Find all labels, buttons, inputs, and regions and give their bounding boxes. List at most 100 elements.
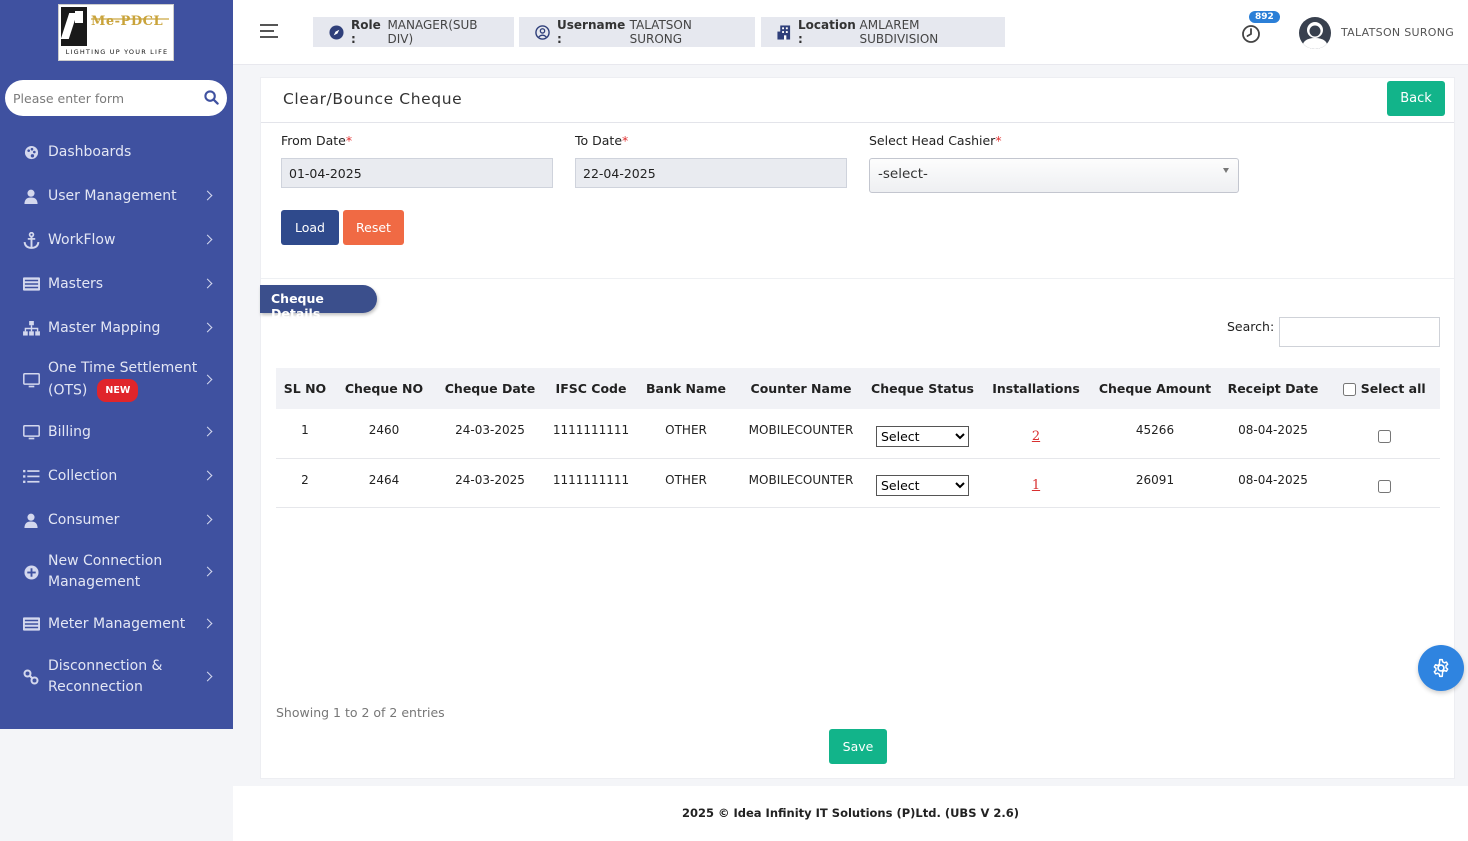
- caret-down-icon: [1223, 168, 1229, 173]
- table-row: 1 2460 24-03-2025 1111111111 OTHER MOBIL…: [276, 409, 1440, 459]
- column-header[interactable]: Counter Name: [736, 368, 866, 409]
- chevron-right-icon: [202, 322, 213, 333]
- head-cashier-label: Select Head Cashier*: [869, 133, 1002, 148]
- column-header[interactable]: IFSC Code: [546, 368, 636, 409]
- to-date-label: To Date*: [575, 133, 628, 148]
- location-chip: Location : AMLAREM SUBDIVISION: [761, 17, 1005, 47]
- footer-copyright: 2025 © Idea Infinity IT Solutions (P)Ltd…: [681, 806, 1020, 820]
- installations-link[interactable]: 1: [1032, 478, 1040, 493]
- to-date-input[interactable]: [575, 158, 847, 188]
- save-button[interactable]: Save: [829, 729, 887, 764]
- user-avatar-icon: [1302, 22, 1328, 49]
- sidebar-item-billing[interactable]: Billing: [0, 410, 233, 454]
- reset-button[interactable]: Reset: [343, 210, 404, 245]
- cell-ifsc: 1111111111: [546, 458, 636, 508]
- cell-amount: 26091: [1093, 458, 1217, 508]
- cheque-status-select[interactable]: Select: [876, 425, 969, 447]
- user-circle-icon: [535, 24, 550, 40]
- role-label: Role :: [351, 18, 381, 46]
- palette-icon: [22, 143, 40, 161]
- sidebar-item-label: One Time Settlement (OTS) NEW: [48, 358, 198, 402]
- sidebar-item-collection[interactable]: Collection: [0, 454, 233, 498]
- column-header[interactable]: Receipt Date: [1217, 368, 1329, 409]
- sidebar-item-user-management[interactable]: User Management: [0, 174, 233, 218]
- column-header[interactable]: Bank Name: [636, 368, 736, 409]
- column-header[interactable]: Installations: [979, 368, 1093, 409]
- from-date-label: From Date*: [281, 133, 352, 148]
- cell-counter: MOBILECOUNTER: [736, 409, 866, 459]
- select-all-header: Select all: [1329, 368, 1440, 409]
- list-box-icon: [22, 615, 40, 633]
- sidebar-item-workflow[interactable]: WorkFlow: [0, 218, 233, 262]
- sidebar-item-consumer[interactable]: Consumer: [0, 498, 233, 542]
- sidebar-search-input[interactable]: [13, 88, 193, 108]
- user-display-name[interactable]: TALATSON SURONG: [1341, 26, 1454, 39]
- page-title: Clear/Bounce Cheque: [283, 90, 463, 108]
- sidebar-item-new-connection[interactable]: New Connection Management: [0, 542, 233, 602]
- sidebar-item-dashboards[interactable]: Dashboards: [0, 130, 233, 174]
- head-cashier-label-text: Select Head Cashier: [869, 133, 996, 148]
- anchor-icon: [22, 231, 40, 249]
- sidebar-item-meter-management[interactable]: Meter Management: [0, 602, 233, 646]
- head-cashier-select[interactable]: -select-: [869, 158, 1239, 193]
- table-search-label: Search:: [1227, 319, 1275, 334]
- new-badge: NEW: [97, 379, 139, 402]
- settings-button[interactable]: [1418, 645, 1464, 691]
- cell-bank: OTHER: [636, 409, 736, 459]
- sidebar-item-label: Consumer: [48, 511, 120, 528]
- table-info: Showing 1 to 2 of 2 entries: [276, 705, 445, 720]
- table-search-input[interactable]: [1279, 317, 1440, 347]
- search-icon[interactable]: [204, 90, 219, 105]
- list-box-icon: [22, 275, 40, 293]
- avatar[interactable]: [1299, 17, 1331, 49]
- column-header[interactable]: Cheque Status: [866, 368, 979, 409]
- sidebar-item-label: Collection: [48, 467, 118, 484]
- table-header-row: SL NO Cheque NO Cheque Date IFSC Code Ba…: [276, 368, 1440, 409]
- monitor-icon: [22, 371, 40, 389]
- gear-icon: [1433, 658, 1449, 678]
- to-date-label-text: To Date: [575, 133, 623, 148]
- logo-text: Me-PDCL: [91, 14, 164, 29]
- chevron-right-icon: [202, 618, 213, 629]
- username-value: TALATSON SURONG: [629, 18, 692, 46]
- row-checkbox[interactable]: [1378, 430, 1391, 444]
- cheque-table: SL NO Cheque NO Cheque Date IFSC Code Ba…: [276, 368, 1440, 508]
- sidebar-item-disconnection[interactable]: Disconnection & Reconnection: [0, 646, 233, 708]
- hamburger-menu-icon[interactable]: [260, 24, 278, 38]
- username-label: Username :: [557, 18, 626, 46]
- chevron-right-icon: [202, 190, 213, 201]
- required-mark: *: [345, 133, 353, 148]
- sidebar-item-masters[interactable]: Masters: [0, 262, 233, 306]
- cell-installations: 1: [979, 458, 1093, 508]
- cell-status: Select: [866, 458, 979, 508]
- required-mark: *: [995, 133, 1002, 148]
- chevron-right-icon: [202, 671, 213, 682]
- notification-count-badge[interactable]: 892: [1249, 11, 1280, 23]
- column-header[interactable]: Cheque Date: [434, 368, 546, 409]
- cell-cheque-date: 24-03-2025: [434, 409, 546, 459]
- sitemap-icon: [22, 319, 40, 337]
- sidebar-item-label: Billing: [48, 423, 91, 440]
- select-all-checkbox[interactable]: [1343, 383, 1357, 396]
- cell-select: [1329, 409, 1440, 459]
- sidebar-item-ots[interactable]: One Time Settlement (OTS) NEW: [0, 350, 233, 410]
- sidebar-search: [5, 80, 227, 116]
- load-button[interactable]: Load: [281, 210, 339, 245]
- sidebar-item-label: Master Mapping: [48, 319, 161, 336]
- column-header[interactable]: SL NO: [276, 368, 334, 409]
- column-header[interactable]: Cheque Amount: [1093, 368, 1217, 409]
- cheque-status-select[interactable]: Select: [876, 475, 969, 496]
- select-all-label: Select all: [1360, 381, 1426, 396]
- sidebar-item-master-mapping[interactable]: Master Mapping: [0, 306, 233, 350]
- sidebar-item-label: User Management: [48, 187, 177, 204]
- brand-logo[interactable]: Me-PDCL LIGHTING UP YOUR LIFE: [58, 4, 174, 61]
- row-checkbox[interactable]: [1378, 479, 1391, 493]
- cell-receipt-date: 08-04-2025: [1217, 409, 1329, 459]
- from-date-input[interactable]: [281, 158, 553, 188]
- cell-counter: MOBILECOUNTER: [736, 458, 866, 508]
- column-header[interactable]: Cheque NO: [334, 368, 434, 409]
- sidebar-item-label: WorkFlow: [48, 231, 116, 248]
- back-button[interactable]: Back: [1387, 81, 1445, 116]
- installations-link[interactable]: 2: [1032, 429, 1040, 444]
- clock-icon[interactable]: [1241, 24, 1261, 44]
